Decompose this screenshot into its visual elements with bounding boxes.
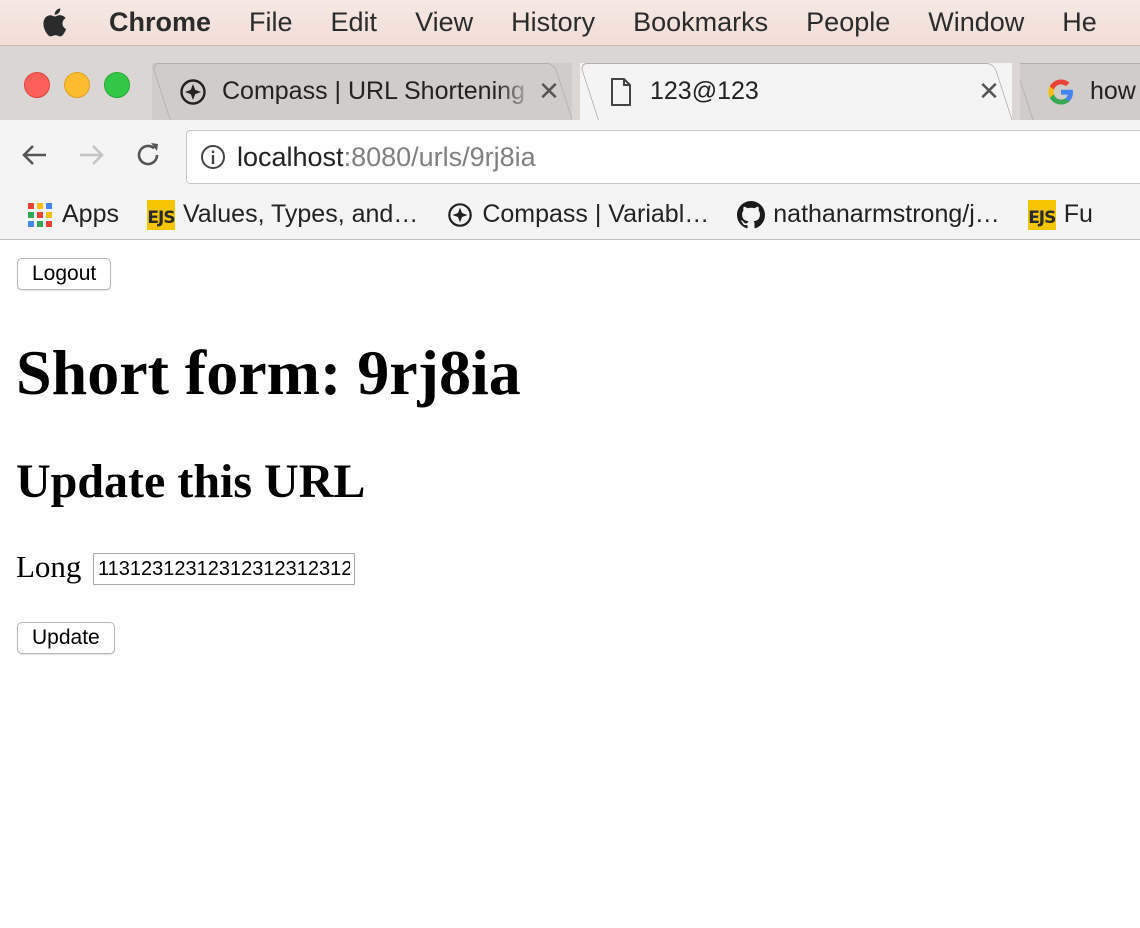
apple-logo-icon[interactable] <box>41 7 69 39</box>
page-title: Short form: 9rj8ia <box>16 337 521 408</box>
bookmark-label: nathanarmstrong/j… <box>773 200 1000 228</box>
menu-view[interactable]: View <box>415 7 473 38</box>
menu-file[interactable]: File <box>249 7 293 38</box>
back-arrow-icon[interactable] <box>18 138 52 172</box>
bookmark-apps[interactable]: Apps <box>26 200 119 229</box>
url-path: :8080/urls/9rj8ia <box>343 141 536 172</box>
url-host: localhost <box>237 141 344 172</box>
tab-close-icon[interactable]: ✕ <box>534 76 564 107</box>
tab-active-123[interactable]: 123@123 ✕ <box>580 63 1012 120</box>
reload-icon[interactable] <box>131 138 165 172</box>
bookmark-functions[interactable]: EJS Fu <box>1027 199 1093 230</box>
tab-close-icon[interactable]: ✕ <box>974 76 1004 107</box>
compass-icon <box>446 201 474 229</box>
url-text[interactable]: localhost:8080/urls/9rj8ia <box>237 142 536 173</box>
window-maximize-button[interactable] <box>104 72 130 98</box>
menu-help[interactable]: He <box>1062 7 1097 38</box>
long-url-input[interactable] <box>93 553 355 585</box>
apps-grid-icon <box>26 201 54 229</box>
info-icon[interactable] <box>199 143 227 171</box>
github-icon <box>737 200 766 229</box>
bookmark-values-types[interactable]: EJS Values, Types, and… <box>146 199 419 230</box>
menu-people[interactable]: People <box>806 7 890 38</box>
bookmark-github-repo[interactable]: nathanarmstrong/j… <box>737 200 1000 229</box>
browser-toolbar: localhost:8080/urls/9rj8ia <box>0 120 1140 190</box>
tab-compass-url-shortening[interactable]: Compass | URL Shortening ( ✕ <box>152 63 572 120</box>
long-url-label: Long <box>16 549 82 584</box>
tab-strip: Compass | URL Shortening ( ✕ 123@123 ✕ h… <box>0 46 1140 120</box>
update-section-heading: Update this URL <box>16 455 366 508</box>
window-close-button[interactable] <box>24 72 50 98</box>
file-icon <box>606 77 636 107</box>
bookmark-label: Apps <box>62 200 119 228</box>
menu-window[interactable]: Window <box>928 7 1024 38</box>
tab-google-search[interactable]: how t <box>1020 63 1140 120</box>
google-icon <box>1046 77 1076 107</box>
ejs-icon: EJS <box>1027 199 1056 230</box>
menu-app-name[interactable]: Chrome <box>109 7 211 38</box>
compass-icon <box>178 77 208 107</box>
logout-button[interactable]: Logout <box>17 258 112 290</box>
tab-title: Compass | URL Shortening ( <box>222 77 534 105</box>
bookmarks-bar: Apps EJS Values, Types, and… Compass | V… <box>0 190 1140 240</box>
menu-edit[interactable]: Edit <box>331 7 378 38</box>
tab-title: how t <box>1090 77 1140 105</box>
menu-bookmarks[interactable]: Bookmarks <box>633 7 768 38</box>
forward-arrow-icon[interactable] <box>74 138 108 172</box>
bookmark-label: Compass | Variabl… <box>482 200 710 228</box>
update-button[interactable]: Update <box>17 622 115 654</box>
macos-menu-bar: Chrome File Edit View History Bookmarks … <box>0 0 1140 46</box>
address-bar[interactable]: localhost:8080/urls/9rj8ia <box>186 130 1140 184</box>
bookmark-label: Values, Types, and… <box>182 200 419 228</box>
menu-history[interactable]: History <box>511 7 595 38</box>
ejs-icon: EJS <box>146 199 176 230</box>
tab-title: 123@123 <box>650 77 759 105</box>
bookmark-label: Fu <box>1063 200 1093 228</box>
window-minimize-button[interactable] <box>64 72 90 98</box>
bookmark-compass-variables[interactable]: Compass | Variabl… <box>446 200 709 229</box>
